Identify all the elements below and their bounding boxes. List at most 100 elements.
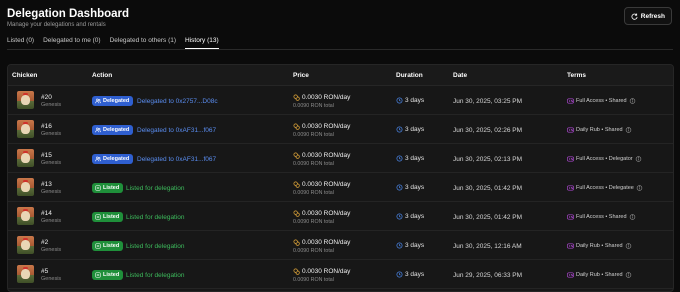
price-value: 0.0030 RON/day bbox=[302, 94, 351, 101]
action-cell: Listed Listed for delegation bbox=[92, 202, 282, 231]
info-icon[interactable] bbox=[629, 98, 636, 104]
chicken-generation: Genesis bbox=[41, 247, 62, 253]
chicken-id: #5 bbox=[41, 268, 49, 275]
tab-listed[interactable]: Listed (0) bbox=[7, 37, 34, 49]
page-title: Delegation Dashboard bbox=[7, 8, 130, 20]
price-cell: 0.0030 RON/day 0.0090 RON total bbox=[293, 144, 388, 173]
price-per-day: 0.0030 RON/day bbox=[293, 94, 350, 101]
tab-delegated-to-me[interactable]: Delegated to me (0) bbox=[43, 37, 100, 49]
status-badge: Delegated bbox=[92, 125, 134, 135]
status-badge: Listed bbox=[92, 183, 124, 193]
tab-divider bbox=[7, 49, 673, 50]
gamepad-icon bbox=[567, 185, 574, 191]
clock-icon bbox=[396, 271, 403, 278]
action-text: Listed for delegation bbox=[126, 272, 185, 279]
action-text[interactable]: Delegated to 0xAF31...f067 bbox=[137, 156, 216, 163]
chicken-image bbox=[17, 149, 34, 167]
chicken-cell: #2 Genesis bbox=[12, 231, 92, 260]
terms-value: Daily Rub • Shared bbox=[576, 243, 623, 249]
status-badge: Delegated bbox=[92, 96, 134, 106]
duration-value: 3 days bbox=[405, 242, 425, 249]
coins-icon bbox=[293, 123, 300, 130]
status-badge-label: Listed bbox=[103, 214, 120, 220]
price-value: 0.0030 RON/day bbox=[302, 123, 351, 130]
duration-value: 3 days bbox=[405, 184, 425, 191]
coins-icon bbox=[293, 210, 300, 217]
chicken-generation: Genesis bbox=[41, 189, 62, 195]
action-cell: Listed Listed for delegation bbox=[92, 260, 282, 289]
price-value: 0.0030 RON/day bbox=[302, 268, 351, 275]
chicken-image bbox=[17, 91, 34, 109]
terms: Full Access • Shared bbox=[567, 214, 636, 220]
chicken-cell: #16 Genesis bbox=[12, 115, 92, 144]
chicken-image bbox=[17, 207, 34, 225]
clock-icon bbox=[396, 184, 403, 191]
info-icon[interactable] bbox=[625, 127, 632, 133]
users-icon bbox=[95, 127, 101, 133]
action-text[interactable]: Delegated to 0xAF31...f067 bbox=[137, 127, 216, 134]
price-total: 0.0090 RON total bbox=[293, 248, 334, 254]
duration: 3 days bbox=[396, 242, 424, 249]
info-icon[interactable] bbox=[635, 156, 642, 162]
action-cell: Listed Listed for delegation bbox=[92, 173, 282, 202]
status-badge: Listed bbox=[92, 241, 124, 251]
terms-value: Daily Rub • Shared bbox=[576, 127, 623, 133]
duration: 3 days bbox=[396, 213, 424, 220]
coins-icon bbox=[293, 268, 300, 275]
date-value: Jun 30, 2025, 02:13 PM bbox=[453, 156, 523, 163]
info-icon[interactable] bbox=[629, 214, 636, 220]
terms: Full Access • Delegator bbox=[567, 156, 642, 162]
terms-value: Full Access • Shared bbox=[576, 214, 627, 220]
duration-value: 3 days bbox=[405, 126, 425, 133]
chicken-id: #20 bbox=[41, 94, 52, 101]
action-text[interactable]: Delegated to 0x2757...D08c bbox=[137, 98, 218, 105]
gamepad-icon bbox=[567, 214, 574, 220]
tab-bar: Listed (0) Delegated to me (0) Delegated… bbox=[7, 37, 219, 49]
refresh-button[interactable]: Refresh bbox=[623, 7, 672, 25]
info-icon[interactable] bbox=[636, 185, 643, 191]
tab-history[interactable]: History (13) bbox=[185, 37, 219, 49]
duration: 3 days bbox=[396, 126, 424, 133]
info-icon[interactable] bbox=[625, 243, 632, 249]
price-value: 0.0030 RON/day bbox=[302, 239, 351, 246]
duration: 3 days bbox=[396, 271, 424, 278]
chicken-generation: Genesis bbox=[41, 160, 62, 166]
status-badge-label: Listed bbox=[103, 272, 120, 278]
chicken-generation: Genesis bbox=[41, 102, 62, 108]
column-header-duration: Duration bbox=[396, 72, 423, 79]
table-row: #13 Genesis Listed Listed for delegation 0.0… bbox=[8, 173, 673, 202]
gamepad-icon bbox=[567, 156, 574, 162]
terms: Daily Rub • Shared bbox=[567, 272, 632, 278]
chicken-generation: Genesis bbox=[41, 218, 62, 224]
tab-delegated-to-others[interactable]: Delegated to others (1) bbox=[110, 37, 176, 49]
action-cell: Listed Listed for delegation bbox=[92, 231, 282, 260]
terms-value: Daily Rub • Shared bbox=[576, 272, 623, 278]
list-icon bbox=[95, 185, 101, 191]
users-icon bbox=[95, 156, 101, 162]
price-total: 0.0090 RON total bbox=[293, 132, 334, 138]
chicken-cell: #20 Genesis bbox=[12, 86, 92, 115]
refresh-label: Refresh bbox=[640, 12, 665, 20]
page-subtitle: Manage your delegations and rentals bbox=[7, 22, 106, 28]
price-total: 0.0090 RON total bbox=[293, 277, 334, 283]
chicken-id: #16 bbox=[41, 123, 52, 130]
column-header-terms: Terms bbox=[567, 72, 587, 79]
price-per-day: 0.0030 RON/day bbox=[293, 210, 350, 217]
price-total: 0.0090 RON total bbox=[293, 161, 334, 167]
info-icon[interactable] bbox=[625, 272, 632, 278]
coins-icon bbox=[293, 94, 300, 101]
date-value: Jun 30, 2025, 12:16 AM bbox=[453, 243, 522, 250]
date-value: Jun 30, 2025, 02:26 PM bbox=[453, 127, 523, 134]
date-value: Jun 30, 2025, 01:42 PM bbox=[453, 214, 523, 221]
table-body: #20 Genesis Delegated Delegated to 0x2757..… bbox=[8, 86, 673, 289]
price-cell: 0.0030 RON/day 0.0090 RON total bbox=[293, 260, 388, 289]
gamepad-icon bbox=[567, 272, 574, 278]
list-icon bbox=[95, 243, 101, 249]
status-badge: Listed bbox=[92, 270, 124, 280]
price-per-day: 0.0030 RON/day bbox=[293, 268, 350, 275]
gamepad-icon bbox=[567, 243, 574, 249]
date-value: Jun 30, 2025, 01:42 PM bbox=[453, 185, 523, 192]
price-cell: 0.0030 RON/day 0.0090 RON total bbox=[293, 231, 388, 260]
list-icon bbox=[95, 214, 101, 220]
terms: Daily Rub • Shared bbox=[567, 243, 632, 249]
